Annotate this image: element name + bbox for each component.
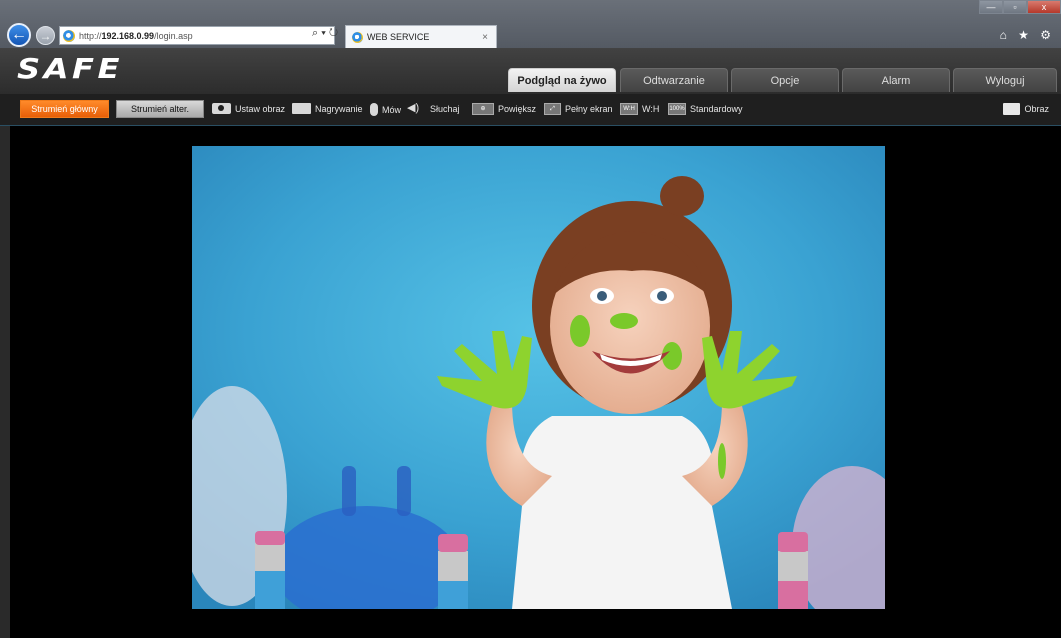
recording-button[interactable]: Nagrywanie <box>292 103 363 114</box>
live-toolbar: Strumień główny Strumień alter. Ustaw ob… <box>0 94 1061 126</box>
aspect-ratio-icon: W:H <box>620 103 638 115</box>
close-window-button[interactable]: x <box>1027 0 1061 14</box>
arrow-right-icon: → <box>39 28 52 43</box>
zoom-icon: ⊕ <box>472 103 494 115</box>
browser-chrome: — ▫ x ← → http://192.168.0.99/login.asp … <box>0 0 1061 48</box>
back-button[interactable]: ← <box>7 23 31 47</box>
zoom-label: Powiększ <box>498 104 537 114</box>
fullscreen-button[interactable]: ⤢ Pełny ekran <box>544 103 613 115</box>
talk-label: Mów <box>382 104 402 115</box>
set-image-button[interactable]: Ustaw obraz <box>212 103 285 114</box>
listen-button[interactable]: ◀) Słuchaj <box>407 103 460 114</box>
tab-logout[interactable]: Wyloguj <box>953 68 1057 92</box>
ie-page-icon <box>63 29 75 42</box>
tab-live-view[interactable]: Podgląd na żywo <box>508 68 616 92</box>
alt-stream-button[interactable]: Strumień alter. <box>116 100 204 118</box>
maximize-button[interactable]: ▫ <box>1003 0 1027 14</box>
fullscreen-icon: ⤢ <box>544 103 561 115</box>
minimize-button[interactable]: — <box>979 0 1003 14</box>
arrow-left-icon: ← <box>11 26 27 43</box>
image-settings-button[interactable]: Obraz <box>1003 103 1049 115</box>
browser-tab[interactable]: WEB SERVICE × <box>345 25 497 48</box>
forward-button[interactable]: → <box>36 26 55 45</box>
set-image-label: Ustaw obraz <box>235 103 286 114</box>
home-star-gear-icons[interactable]: ⌂ ★ ⚙ <box>1000 28 1055 42</box>
image-settings-label: Obraz <box>1024 104 1049 114</box>
address-bar[interactable]: http://192.168.0.99/login.asp <box>59 26 335 45</box>
recording-label: Nagrywanie <box>315 103 363 114</box>
url-host: 192.168.0.99 <box>101 30 155 41</box>
video-frame-image <box>192 146 885 609</box>
fullscreen-label: Pełny ekran <box>565 104 613 114</box>
main-stream-button[interactable]: Strumień główny <box>20 100 109 118</box>
microphone-icon <box>370 103 378 116</box>
speaker-icon: ◀) <box>407 102 420 114</box>
tab-playback[interactable]: Odtwarzanie <box>620 68 728 92</box>
ie-tab-icon <box>352 31 363 43</box>
aspect-ratio-button[interactable]: W:H W:H <box>620 103 659 115</box>
zoom-button[interactable]: ⊕ Powiększ <box>472 103 536 115</box>
url-prefix: http:// <box>79 30 102 41</box>
logo: SAFE <box>17 52 123 85</box>
live-video-feed[interactable] <box>192 146 885 609</box>
aspect-ratio-label: W:H <box>642 104 660 114</box>
app-header: SAFE Podgląd na żywo Odtwarzanie Opcje A… <box>0 48 1061 94</box>
address-tools[interactable]: ⌕ ▾ ↻ <box>312 27 338 40</box>
tab-close-icon[interactable]: × <box>482 32 488 43</box>
camera-icon <box>212 103 231 114</box>
standard-size-icon: 100% <box>668 103 686 115</box>
talk-button[interactable]: Mów <box>370 103 401 116</box>
image-icon <box>1003 103 1021 115</box>
tab-title: WEB SERVICE <box>367 32 430 42</box>
standard-size-button[interactable]: 100% Standardowy <box>668 103 743 115</box>
window-buttons: — ▫ x <box>979 0 1061 14</box>
listen-label: Słuchaj <box>430 103 460 114</box>
left-edge-strip <box>0 126 10 638</box>
url-path: /login.asp <box>154 30 193 41</box>
video-camera-icon <box>292 103 311 114</box>
tab-alarm[interactable]: Alarm <box>842 68 950 92</box>
standard-size-label: Standardowy <box>690 104 743 114</box>
tab-options[interactable]: Opcje <box>731 68 839 92</box>
